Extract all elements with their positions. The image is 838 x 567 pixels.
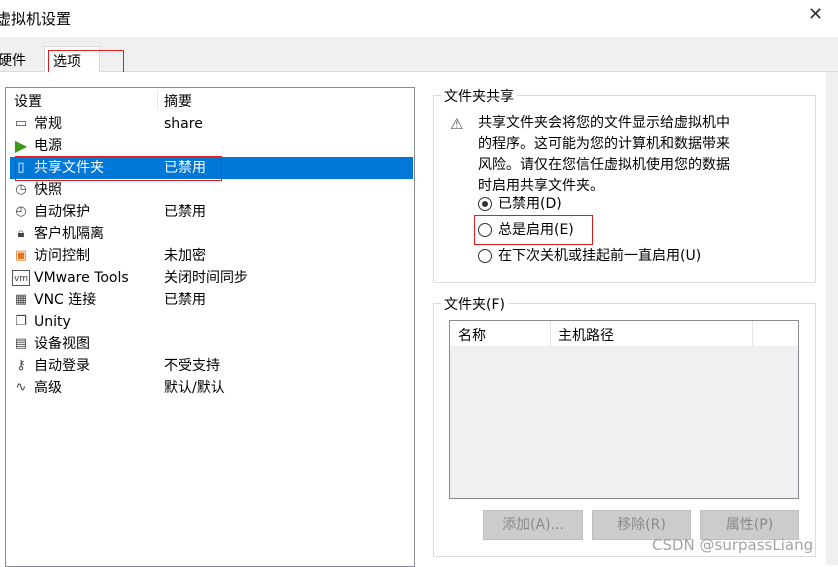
autologin-icon: ⚷: [16, 358, 26, 373]
close-button[interactable]: ✕: [808, 4, 823, 25]
tab-options[interactable]: 选项: [44, 46, 100, 73]
radio-label: 在下次关机或挂起前一直启用(U): [498, 248, 702, 264]
settings-item[interactable]: ⚷ 自动登录 不受支持: [10, 355, 413, 377]
tab-strip: [0, 37, 838, 72]
settings-item-summary: share: [164, 116, 203, 132]
warning-text: 共享文件夹会将您的文件显示给虚拟机中 的程序。这可能为您的计算机和数据带来 风险…: [478, 113, 730, 197]
settings-item[interactable]: ❐ Unity: [10, 311, 413, 333]
folder-sharing-group: 文件夹共享 ⚠ 共享文件夹会将您的文件显示给虚拟机中 的程序。这可能为您的计算机…: [433, 86, 816, 283]
settings-item[interactable]: 🔒︎ 客户机隔离: [10, 223, 413, 245]
settings-item-label: VNC 连接: [34, 292, 97, 308]
settings-item[interactable]: ▯ 共享文件夹 已禁用: [10, 157, 413, 179]
folders-table[interactable]: 名称 主机路径: [449, 320, 799, 499]
settings-item[interactable]: ∿ 高级 默认/默认: [10, 377, 413, 399]
access-control-icon: ▣: [14, 248, 28, 263]
folders-legend: 文件夹(F): [441, 294, 508, 314]
warning-line: 风险。请仅在您信任虚拟机使用您的数据: [478, 157, 730, 173]
warning-line: 共享文件夹会将您的文件显示给虚拟机中: [478, 115, 730, 131]
settings-item-label: 共享文件夹: [34, 160, 104, 176]
settings-item-summary: 默认/默认: [164, 380, 225, 396]
vnc-icon: ▦: [14, 292, 28, 307]
folder-sharing-legend: 文件夹共享: [441, 86, 517, 106]
window-title: 虚拟机设置: [0, 10, 72, 28]
snapshot-icon: ◷: [15, 182, 27, 197]
settings-item-label: 常规: [34, 116, 62, 132]
tab-hardware[interactable]: 硬件: [0, 50, 26, 70]
settings-item-label: 访问控制: [34, 248, 90, 264]
settings-item[interactable]: ▦ VNC 连接 已禁用: [10, 289, 413, 311]
warning-line: 的程序。这可能为您的计算机和数据带来: [478, 136, 730, 152]
power-play-icon: ▶: [14, 136, 28, 155]
autoprotect-icon: ◴: [15, 204, 27, 219]
settings-item-label: 自动登录: [34, 358, 90, 374]
settings-item-summary: 已禁用: [164, 160, 206, 176]
radio-label: 总是启用(E): [498, 222, 574, 238]
settings-list[interactable]: 设置 摘要 ▭ 常规 share ▶ 电源 ▯ 共享文件夹 已禁用 ◷ 快照 ◴ 自动保护 已禁用 🔒︎ 客…: [5, 87, 415, 567]
settings-item-label: 设备视图: [34, 336, 90, 352]
add-button[interactable]: 添加(A)...: [483, 510, 583, 540]
settings-item-summary: 关闭时间同步: [164, 270, 248, 286]
tab-options-label: 选项: [53, 54, 81, 70]
vmware-tools-icon: vm: [12, 270, 30, 286]
settings-item[interactable]: ◷ 快照: [10, 179, 413, 201]
settings-item-label: 客户机隔离: [34, 226, 104, 242]
radio-label: 已禁用(D): [498, 196, 562, 212]
lock-icon: 🔒︎: [17, 226, 25, 241]
settings-item-label: 高级: [34, 380, 62, 396]
monitor-icon: ▭: [14, 116, 28, 131]
settings-item[interactable]: ◴ 自动保护 已禁用: [10, 201, 413, 223]
shared-folder-icon: ▯: [17, 160, 25, 175]
column-header-summary[interactable]: 摘要: [164, 91, 192, 111]
settings-item-label: 电源: [34, 138, 62, 154]
settings-item-summary: 已禁用: [164, 292, 206, 308]
unity-icon: ❐: [15, 314, 27, 329]
settings-item[interactable]: ▶ 电源: [10, 135, 413, 157]
settings-item[interactable]: ▣ 访问控制 未加密: [10, 245, 413, 267]
warning-icon: ⚠: [450, 115, 464, 133]
settings-item-label: VMware Tools: [34, 270, 129, 286]
device-view-icon: ▤: [14, 336, 28, 351]
right-edge: [826, 72, 838, 565]
column-header-host-path[interactable]: 主机路径: [558, 325, 614, 345]
settings-item-label: 自动保护: [34, 204, 90, 220]
settings-item[interactable]: vm VMware Tools 关闭时间同步: [10, 267, 413, 289]
settings-item-summary: 已禁用: [164, 204, 206, 220]
column-header-name[interactable]: 名称: [458, 325, 486, 345]
settings-item-summary: 不受支持: [164, 358, 220, 374]
settings-item-label: Unity: [34, 314, 71, 330]
settings-item-summary: 未加密: [164, 248, 206, 264]
settings-item[interactable]: ▤ 设备视图: [10, 333, 413, 355]
settings-item-label: 快照: [34, 182, 62, 198]
watermark: CSDN @surpassLiang: [652, 536, 814, 554]
settings-item[interactable]: ▭ 常规 share: [10, 113, 413, 135]
column-header-setting[interactable]: 设置: [14, 91, 42, 111]
advanced-icon: ∿: [15, 380, 27, 395]
